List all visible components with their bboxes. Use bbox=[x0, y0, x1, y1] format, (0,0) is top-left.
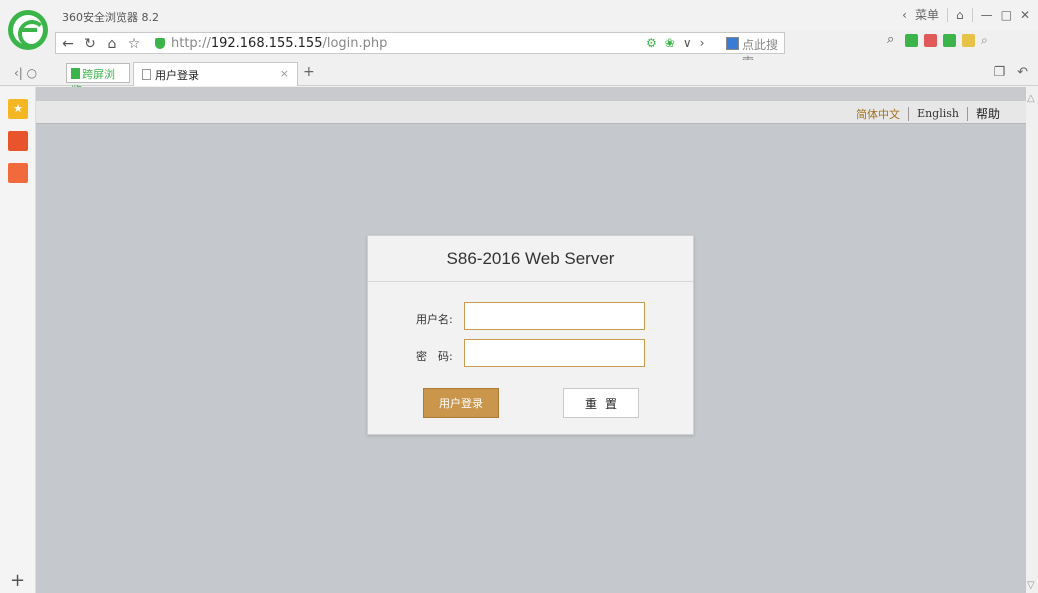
search-tool-icon[interactable]: ⌕ bbox=[981, 33, 988, 48]
minimize-icon[interactable]: — bbox=[981, 8, 993, 22]
phone-icon bbox=[71, 68, 80, 79]
search-icon[interactable]: ⌕ bbox=[887, 32, 894, 47]
url-text[interactable]: http://192.168.155.155/login.php bbox=[171, 36, 387, 51]
undo-icon[interactable]: ↶ bbox=[1017, 65, 1028, 80]
login-button[interactable]: 用户登录 bbox=[423, 388, 499, 418]
address-row: ← ↻ ⌂ ☆ http://192.168.155.155/login.php… bbox=[55, 30, 1038, 69]
home-icon[interactable]: ⌂ bbox=[102, 35, 122, 53]
toolbar-icons: ⌕ bbox=[905, 33, 988, 48]
language-links: 简体中文 English 帮助 bbox=[856, 105, 1000, 122]
tab-nav-icons[interactable]: ‹| ○ bbox=[14, 66, 37, 80]
extension-icon[interactable] bbox=[962, 34, 975, 47]
news-icon[interactable] bbox=[8, 131, 28, 151]
browser-logo-icon[interactable] bbox=[8, 10, 48, 50]
username-row: 用户名: bbox=[368, 302, 695, 332]
new-tab-button[interactable]: + bbox=[303, 64, 315, 80]
page-top-strip bbox=[36, 87, 1026, 101]
tab-right-icons: ❐ ↶ bbox=[993, 65, 1028, 80]
password-label: 密 码: bbox=[416, 350, 453, 363]
tab-bar: ‹| ○ 跨屏浏览 用户登录× + ❐ ↶ bbox=[0, 60, 1038, 97]
divider bbox=[908, 106, 910, 121]
divider bbox=[946, 7, 948, 22]
chevron-down-icon[interactable]: ∨ bbox=[683, 36, 692, 50]
favorites-star-icon[interactable]: ★ bbox=[8, 99, 28, 119]
lang-chinese-link[interactable]: 简体中文 bbox=[856, 106, 900, 122]
restore-icon[interactable]: □ bbox=[1001, 8, 1012, 22]
scroll-up-icon[interactable]: △ bbox=[1027, 93, 1035, 104]
divider bbox=[971, 7, 973, 22]
gear-icon[interactable]: ⚙ bbox=[646, 36, 657, 50]
password-input[interactable] bbox=[464, 339, 645, 367]
page-viewport: 简体中文 English 帮助 S86-2016 Web Server 用户名:… bbox=[36, 87, 1026, 593]
restore-tab-icon[interactable]: ❐ bbox=[993, 65, 1005, 80]
title-bar: 360安全浏览器 8.2 ‹ 菜单 ⌂ — □ ✕ bbox=[0, 0, 1038, 30]
tab-cross-screen[interactable]: 跨屏浏览 bbox=[66, 63, 130, 97]
window-controls: ‹ 菜单 ⌂ — □ ✕ bbox=[902, 6, 1030, 23]
sidebar: ★ + bbox=[0, 87, 36, 593]
address-icons: ⚙ ❀ ∨ › bbox=[646, 36, 704, 50]
lang-english-link[interactable]: English bbox=[917, 107, 959, 120]
chat-icon[interactable] bbox=[943, 34, 956, 47]
address-bar[interactable]: ← ↻ ⌂ ☆ http://192.168.155.155/login.php… bbox=[55, 32, 785, 69]
discount-icon[interactable] bbox=[8, 163, 28, 183]
add-icon[interactable]: + bbox=[10, 570, 25, 591]
scroll-down-icon[interactable]: ▽ bbox=[1027, 580, 1035, 591]
username-input[interactable] bbox=[464, 302, 645, 330]
language-bar: 简体中文 English 帮助 bbox=[36, 101, 1026, 124]
login-title: S86-2016 Web Server bbox=[368, 236, 693, 282]
reset-button[interactable]: 重置 bbox=[563, 388, 639, 418]
shirt-icon[interactable]: ⌂ bbox=[956, 8, 964, 22]
chevron-left-icon[interactable]: ‹ bbox=[902, 8, 907, 22]
username-label: 用户名: bbox=[416, 313, 453, 326]
back-arrow-icon[interactable]: ← bbox=[58, 35, 78, 53]
apps-icon[interactable] bbox=[905, 34, 918, 47]
vertical-scrollbar[interactable]: △ ▽ bbox=[1026, 87, 1038, 593]
divider bbox=[966, 106, 968, 121]
note-icon[interactable] bbox=[924, 34, 937, 47]
leaf-icon[interactable]: ❀ bbox=[665, 36, 675, 50]
star-icon[interactable]: ☆ bbox=[124, 35, 144, 53]
login-panel: S86-2016 Web Server 用户名: 密 码: 用户登录 重置 bbox=[367, 235, 694, 435]
password-row: 密 码: bbox=[368, 339, 695, 369]
tab-user-login[interactable]: 用户登录 × bbox=[133, 62, 298, 86]
shield-icon bbox=[155, 38, 165, 49]
help-link[interactable]: 帮助 bbox=[976, 105, 1000, 122]
close-icon[interactable]: ✕ bbox=[1020, 8, 1030, 22]
close-tab-icon[interactable]: × bbox=[280, 67, 289, 80]
search-engine-icon[interactable] bbox=[726, 37, 739, 50]
menu-button[interactable]: 菜单 bbox=[915, 6, 939, 23]
app-title: 360安全浏览器 8.2 bbox=[62, 11, 159, 24]
browser-window: 360安全浏览器 8.2 ‹ 菜单 ⌂ — □ ✕ ← ↻ ⌂ ☆ http:/… bbox=[0, 0, 1038, 593]
forward-arrow-icon[interactable]: › bbox=[700, 36, 705, 50]
page-icon bbox=[142, 69, 151, 80]
refresh-icon[interactable]: ↻ bbox=[80, 35, 100, 53]
